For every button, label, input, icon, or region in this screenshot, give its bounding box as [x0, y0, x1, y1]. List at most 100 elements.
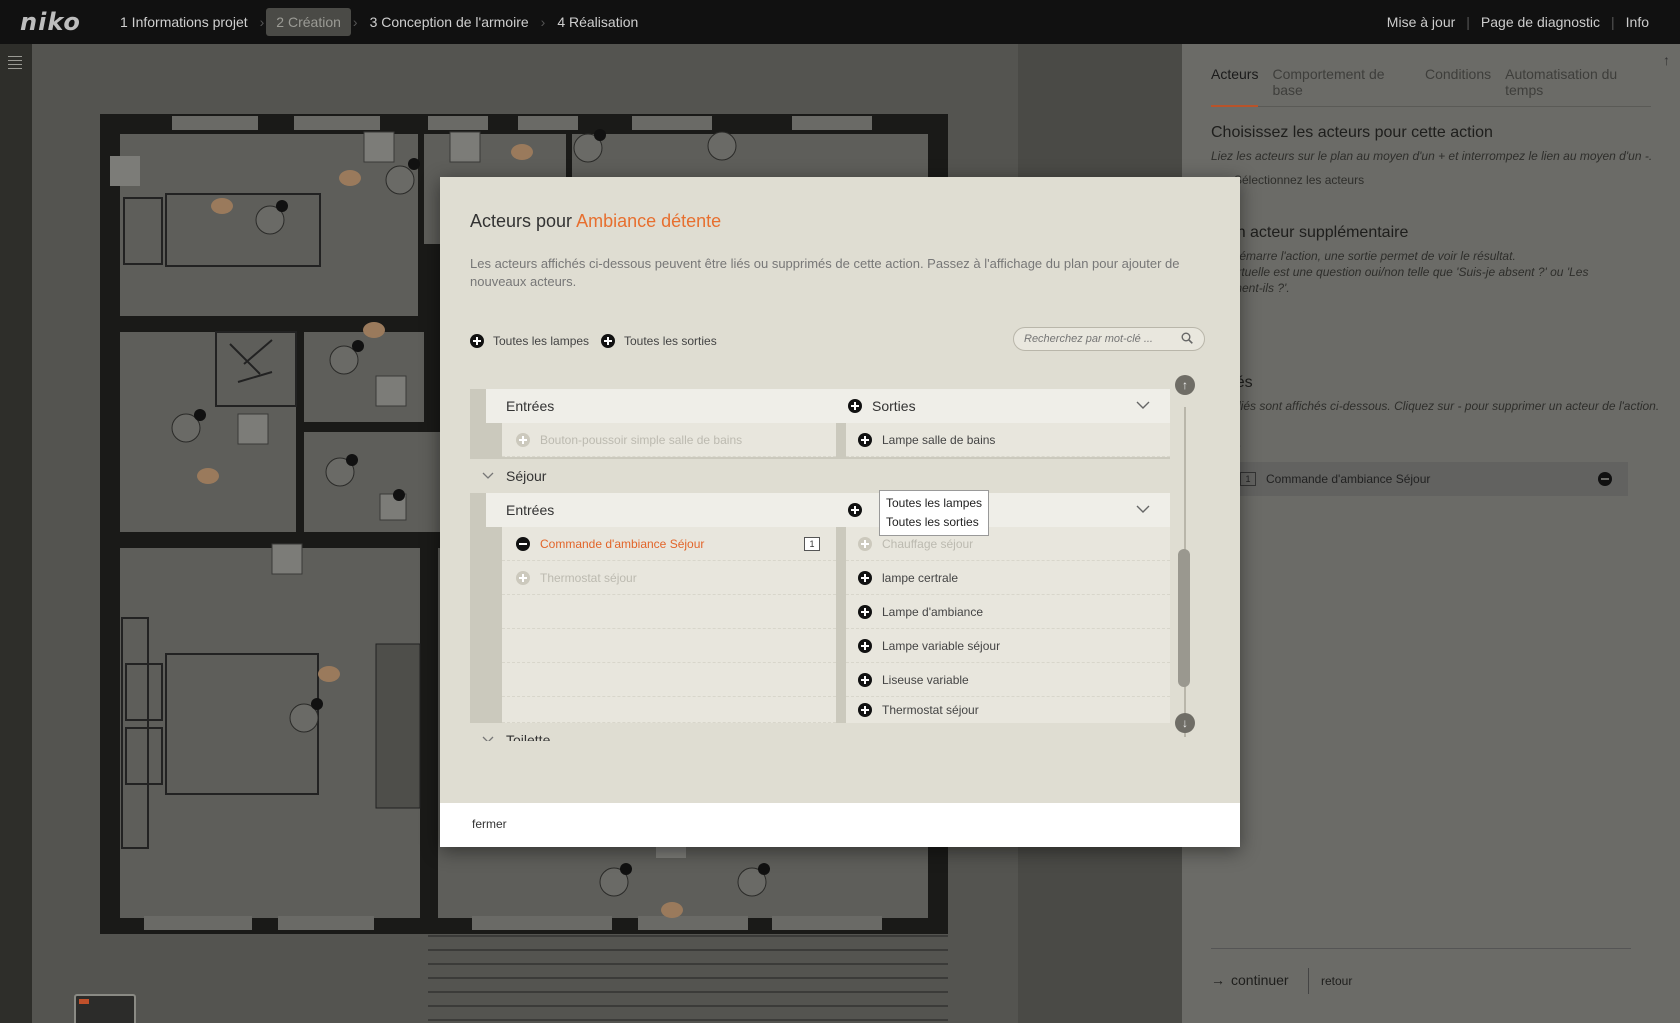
arrow-up-icon[interactable]: ↑ — [1663, 52, 1670, 68]
chevron-down-icon[interactable] — [1136, 504, 1150, 514]
chevron-down-icon — [482, 736, 494, 741]
modal-title: Acteurs pour Ambiance détente — [470, 211, 721, 232]
linked-inputs-label: trées — [1214, 436, 1674, 452]
column-divider — [836, 527, 846, 723]
output-label: Lampe salle de bains — [882, 432, 996, 447]
plus-icon — [470, 334, 484, 348]
step-breadcrumb: 1 Informations projet › 2 Création › 3 C… — [110, 0, 648, 44]
continue-label: continuer — [1231, 972, 1289, 988]
input-label: Thermostat séjour — [540, 570, 637, 585]
search-icon[interactable] — [1181, 332, 1193, 344]
room-label: Séjour — [506, 468, 547, 484]
output-row: Thermostat séjour — [846, 697, 1170, 723]
output-label: Liseuse variable — [882, 672, 969, 687]
ambiance-control-icon: 1 — [804, 536, 820, 551]
top-links: Mise à jour | Page de diagnostic | Info — [1376, 0, 1660, 44]
output-label: Chauffage séjour — [882, 536, 974, 551]
room-header-sejour[interactable]: Séjour — [470, 459, 1170, 493]
arrow-right-icon: → — [1211, 972, 1225, 988]
select-actors-link[interactable]: Sélectionnez les acteurs — [1234, 172, 1680, 188]
room-label: Toilette — [506, 732, 551, 741]
minus-icon[interactable] — [516, 536, 530, 551]
input-row-empty — [502, 663, 836, 697]
step-realisation[interactable]: 4 Réalisation — [547, 8, 648, 36]
step-informations-projet[interactable]: 1 Informations projet — [110, 8, 258, 36]
info-link[interactable]: Info — [1615, 14, 1660, 30]
plus-icon[interactable] — [848, 503, 862, 517]
chevron-down-icon[interactable] — [1136, 400, 1150, 410]
ambiance-control-icon: 1 — [1240, 472, 1256, 486]
output-row: Lampe d'ambiance — [846, 595, 1170, 629]
outputs-header-label: Sorties — [872, 398, 916, 414]
input-label: Bouton-poussoir simple salle de bains — [540, 432, 743, 447]
plus-icon[interactable] — [858, 432, 872, 447]
chevron-right-icon: › — [352, 14, 358, 30]
menu-icon[interactable] — [8, 56, 22, 72]
output-label: lampe certrale — [882, 570, 959, 585]
remove-actor-icon[interactable] — [1598, 472, 1612, 486]
plus-icon[interactable] — [858, 672, 872, 687]
plus-icon — [858, 536, 872, 551]
output-label: Lampe d'ambiance — [882, 604, 984, 619]
tab-automatisation-du-temps[interactable]: Automatisation du temps — [1505, 66, 1651, 98]
niko-logo[interactable]: niko — [0, 8, 110, 36]
diagnostic-link[interactable]: Page de diagnostic — [1470, 14, 1611, 30]
step-conception-armoire[interactable]: 3 Conception de l'armoire — [360, 8, 539, 36]
plus-icon — [516, 432, 530, 447]
output-row: Lampe variable séjour — [846, 629, 1170, 663]
input-row-empty — [502, 697, 836, 723]
input-row: Commande d'ambiance Séjour 1 — [502, 527, 836, 561]
plus-icon[interactable] — [858, 638, 872, 653]
tooltip-all-lamps[interactable]: Toutes les lampes — [886, 494, 982, 513]
plus-icon — [601, 334, 615, 348]
input-row: Bouton-poussoir simple salle de bains — [502, 423, 836, 457]
plus-icon[interactable] — [858, 604, 872, 619]
top-bar: niko 1 Informations projet › 2 Création … — [0, 0, 1680, 44]
input-label: Commande d'ambiance Séjour — [540, 536, 705, 551]
actor-group-sejour: Entrées Commande d'ambiance Séjour 1 The… — [470, 493, 1170, 723]
add-actor-text-1: ntrée démarre l'action, une sortie perme… — [1202, 249, 1516, 263]
plus-icon[interactable] — [858, 570, 872, 585]
modal-description: Les acteurs affichés ci-dessous peuvent … — [470, 256, 1180, 289]
plus-icon[interactable] — [858, 703, 872, 717]
output-label: Lampe variable séjour — [882, 638, 1001, 653]
output-row: Liseuse variable — [846, 663, 1170, 697]
outputs-header: Sorties — [836, 389, 1170, 423]
choose-actors-heading: Choisissez les acteurs pour cette action — [1211, 124, 1493, 141]
tab-acteurs[interactable]: Acteurs — [1211, 66, 1259, 107]
room-header-toilette[interactable]: Toilette — [470, 723, 1170, 741]
tab-conditions[interactable]: Conditions — [1425, 66, 1491, 98]
step-creation[interactable]: 2 Création — [266, 8, 351, 36]
output-label: Thermostat séjour — [882, 703, 979, 717]
actor-group-salle-de-bains: Entrées Sorties Bouton-poussoir simple s… — [470, 389, 1170, 459]
continue-button[interactable]: → continuer — [1211, 972, 1289, 988]
search-input[interactable] — [1013, 327, 1205, 351]
update-link[interactable]: Mise à jour — [1376, 14, 1466, 30]
output-row: Lampe salle de bains — [846, 423, 1170, 457]
inputs-header-label: Entrées — [506, 398, 555, 414]
scroll-up-icon[interactable]: ↑ — [1175, 375, 1195, 395]
plus-icon[interactable] — [848, 399, 862, 413]
properties-panel: ↑ Acteurs Comportement de base Condition… — [1182, 44, 1680, 1023]
plus-icon — [516, 570, 530, 585]
add-options-tooltip: Toutes les lampes Toutes les sorties — [879, 490, 990, 536]
scroll-down-icon[interactable]: ↓ — [1175, 713, 1195, 733]
close-button[interactable]: fermer — [472, 817, 507, 831]
minimap[interactable] — [74, 994, 136, 1023]
inputs-header-label: Entrées — [506, 502, 555, 518]
actors-list: Entrées Sorties Bouton-poussoir simple s… — [470, 389, 1170, 741]
scrollbar-thumb[interactable] — [1178, 549, 1190, 687]
tooltip-all-outputs[interactable]: Toutes les sorties — [886, 513, 982, 532]
add-all-lamps-label: Toutes les lampes — [493, 334, 590, 348]
chevron-right-icon: › — [540, 14, 546, 30]
add-all-outputs-button[interactable]: Toutes les sorties — [601, 334, 717, 348]
chevron-down-icon — [482, 472, 494, 479]
linked-actor-row: 1 Commande d'ambiance Séjour — [1228, 462, 1628, 496]
add-all-lamps-button[interactable]: Toutes les lampes — [470, 334, 589, 348]
inputs-header: Entrées — [486, 493, 836, 527]
add-all-outputs-label: Toutes les sorties — [624, 334, 717, 348]
back-button[interactable]: retour — [1308, 968, 1352, 994]
input-row: Thermostat séjour — [502, 561, 836, 595]
tab-comportement-de-base[interactable]: Comportement de base — [1272, 66, 1411, 98]
add-actor-text-3: ts dorment-ils ?'. — [1202, 281, 1290, 295]
